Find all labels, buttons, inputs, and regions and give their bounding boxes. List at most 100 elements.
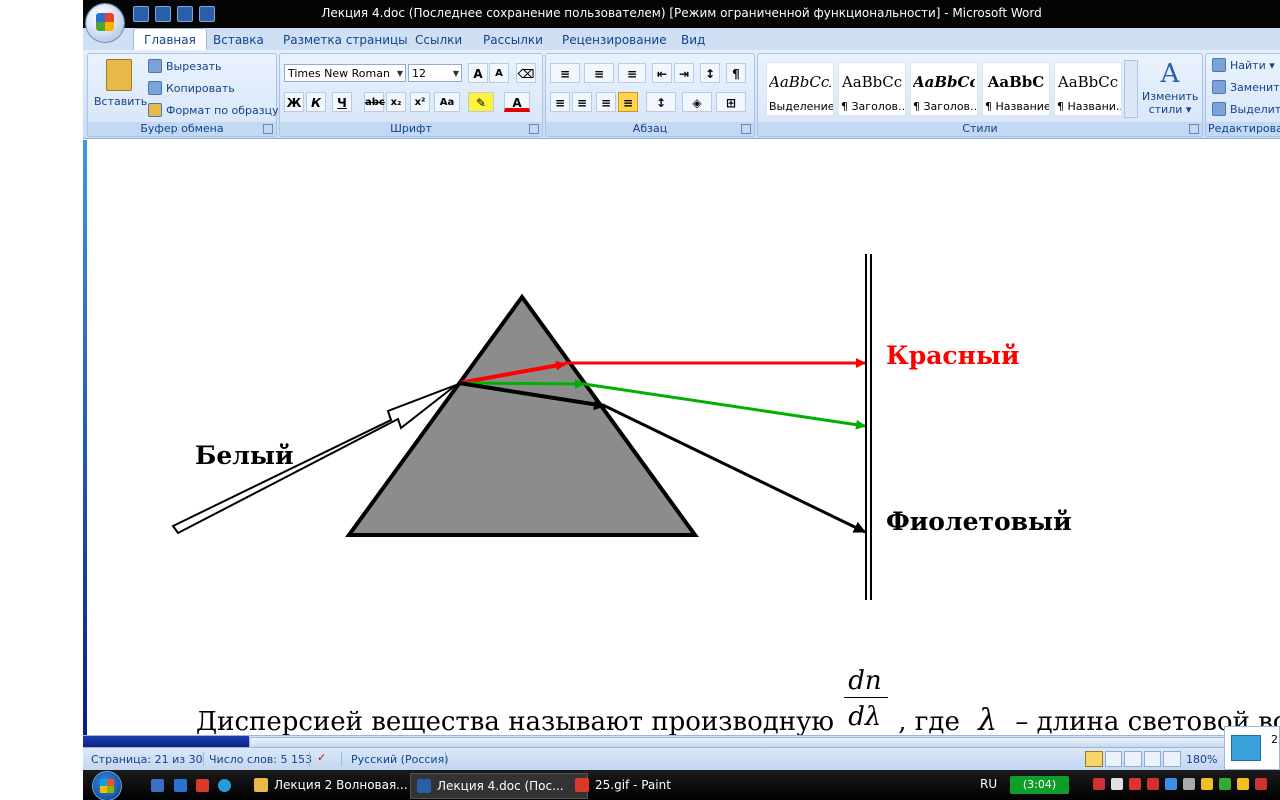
- justify-button[interactable]: ≡: [618, 92, 638, 112]
- line-spacing-icon: ↕: [655, 96, 667, 110]
- page-count[interactable]: Страница: 21 из 30: [91, 753, 203, 766]
- calendar-popup[interactable]: 2: [1224, 726, 1280, 770]
- styles-group: AaBbCcI Выделение AaBbCc ¶ Заголов... AaBb…: [757, 53, 1203, 137]
- select-button[interactable]: Выделит: [1212, 102, 1280, 116]
- tab-insert[interactable]: Вставка: [203, 31, 274, 49]
- sort-button[interactable]: ↕: [700, 63, 720, 83]
- tab-review[interactable]: Рецензирование: [552, 31, 677, 49]
- font-launcher-icon[interactable]: [529, 124, 539, 134]
- numbering-button[interactable]: ≡: [584, 63, 614, 83]
- tray-icon-6[interactable]: [1183, 778, 1195, 790]
- quick-launch-desktop-icon[interactable]: [151, 779, 164, 792]
- tray-icon-5[interactable]: [1165, 778, 1177, 790]
- tab-view[interactable]: Вид: [671, 31, 715, 49]
- styles-launcher-icon[interactable]: [1189, 124, 1199, 134]
- strikethrough-button[interactable]: abc: [364, 92, 385, 112]
- styles-scroll[interactable]: [1124, 60, 1138, 118]
- task-lecture2[interactable]: Лекция 2 Волновая...: [248, 773, 424, 797]
- paint-icon: [575, 778, 589, 792]
- format-painter-button[interactable]: Формат по образцу: [148, 103, 279, 117]
- quick-launch-explorer-icon[interactable]: [174, 779, 187, 792]
- align-left-button[interactable]: ≡: [550, 92, 570, 112]
- tray-icon-8[interactable]: [1219, 778, 1231, 790]
- quick-launch-ie-icon[interactable]: [218, 779, 231, 792]
- spellcheck-icon[interactable]: ✓: [317, 751, 326, 764]
- paragraph-launcher-icon[interactable]: [741, 124, 751, 134]
- shading-button[interactable]: ◈: [682, 92, 712, 112]
- tab-references[interactable]: Ссылки: [405, 31, 472, 49]
- quick-launch-media-icon[interactable]: [196, 779, 209, 792]
- editing-group: Найти ▾ Заменит Выделит Редактирован: [1205, 53, 1280, 137]
- borders-button[interactable]: ⊞: [716, 92, 746, 112]
- replace-button[interactable]: Заменит: [1212, 80, 1280, 94]
- decrease-indent-button[interactable]: ⇤: [652, 63, 672, 83]
- highlight-button[interactable]: ✎: [468, 92, 494, 112]
- superscript-button[interactable]: x²: [410, 92, 430, 112]
- find-button[interactable]: Найти ▾: [1212, 58, 1275, 72]
- office-button[interactable]: [86, 4, 124, 42]
- align-right-button[interactable]: ≡: [596, 92, 616, 112]
- language[interactable]: Русский (Россия): [351, 753, 449, 766]
- start-button[interactable]: [93, 772, 121, 800]
- input-language[interactable]: RU: [980, 777, 997, 791]
- tab-mailings[interactable]: Рассылки: [473, 31, 553, 49]
- task-lecture4[interactable]: Лекция 4.doc (Пос...: [410, 773, 588, 799]
- web-layout-icon[interactable]: [1124, 751, 1142, 767]
- change-styles-icon: A: [1160, 59, 1180, 89]
- show-marks-button[interactable]: ¶: [726, 63, 746, 83]
- tray-icon-10[interactable]: [1255, 778, 1267, 790]
- word-count[interactable]: Число слов: 5 153: [209, 753, 312, 766]
- clear-format-button[interactable]: ⌫: [516, 63, 536, 83]
- timer-badge[interactable]: (3:04): [1010, 776, 1069, 794]
- style-heading-2[interactable]: AaBbCci ¶ Заголов...: [910, 62, 978, 116]
- grow-font-button[interactable]: A: [468, 63, 488, 83]
- style-title[interactable]: AaBbC ¶ Название: [982, 62, 1050, 116]
- subscript-button[interactable]: x₂: [386, 92, 406, 112]
- italic-button[interactable]: К: [306, 92, 326, 112]
- change-styles-button[interactable]: A Изменить стили ▾: [1142, 58, 1198, 118]
- style-heading-1[interactable]: AaBbCc ¶ Заголов...: [838, 62, 906, 116]
- font-color-button[interactable]: A: [504, 92, 530, 112]
- document-page[interactable]: Белый Красный Фиолетовый Дисперсией веще…: [87, 140, 1280, 735]
- eraser-icon: ⌫: [517, 67, 535, 81]
- draft-icon[interactable]: [1163, 751, 1181, 767]
- change-case-button[interactable]: Aa: [434, 92, 460, 112]
- task-label: Лекция 4.doc (Пос...: [437, 779, 564, 793]
- tab-page-layout[interactable]: Разметка страницы: [273, 31, 418, 49]
- cut-button[interactable]: Вырезать: [148, 59, 221, 73]
- font-name-select[interactable]: Times New Roman ▼: [284, 64, 406, 82]
- underline-button[interactable]: Ч: [332, 92, 352, 112]
- tray-icon-3[interactable]: [1129, 778, 1141, 790]
- paste-button[interactable]: Вставить: [94, 57, 147, 117]
- copy-label: Копировать: [166, 81, 235, 95]
- tray-icon-4[interactable]: [1147, 778, 1159, 790]
- fraction-denominator: dλ: [848, 702, 882, 732]
- tray-icon-9[interactable]: [1237, 778, 1249, 790]
- increase-indent-button[interactable]: ⇥: [674, 63, 694, 83]
- shrink-font-button[interactable]: A: [489, 63, 509, 83]
- bullets-button[interactable]: ≡: [550, 63, 580, 83]
- align-left-icon: ≡: [554, 96, 566, 110]
- align-center-button[interactable]: ≡: [572, 92, 592, 112]
- outline-icon[interactable]: [1143, 751, 1162, 767]
- cut-label: Вырезать: [166, 59, 222, 73]
- style-emphasis[interactable]: AaBbCcI Выделение: [766, 62, 834, 116]
- font-size-select[interactable]: 12 ▼: [408, 64, 462, 82]
- style-sample: AaBbCc: [841, 73, 903, 91]
- tray-icon-2[interactable]: [1111, 778, 1123, 790]
- zoom-level[interactable]: 180%: [1186, 753, 1217, 766]
- line-spacing-button[interactable]: ↕: [646, 92, 676, 112]
- multilevel-list-button[interactable]: ≡: [618, 63, 646, 83]
- copy-button[interactable]: Копировать: [148, 81, 235, 95]
- bold-button[interactable]: Ж: [284, 92, 304, 112]
- indent-icon: ⇥: [678, 67, 690, 81]
- tray-icon-1[interactable]: [1093, 778, 1105, 790]
- tab-home[interactable]: Главная: [133, 28, 207, 51]
- style-subtitle[interactable]: AaBbCc ¶ Названи...: [1054, 62, 1122, 116]
- full-screen-reading-icon[interactable]: [1104, 751, 1123, 767]
- clipboard-launcher-icon[interactable]: [263, 124, 273, 134]
- print-layout-icon[interactable]: [1085, 751, 1103, 767]
- highlighter-icon: ✎: [475, 96, 487, 110]
- task-paint[interactable]: 25.gif - Paint: [569, 773, 745, 797]
- tray-icon-7[interactable]: [1201, 778, 1213, 790]
